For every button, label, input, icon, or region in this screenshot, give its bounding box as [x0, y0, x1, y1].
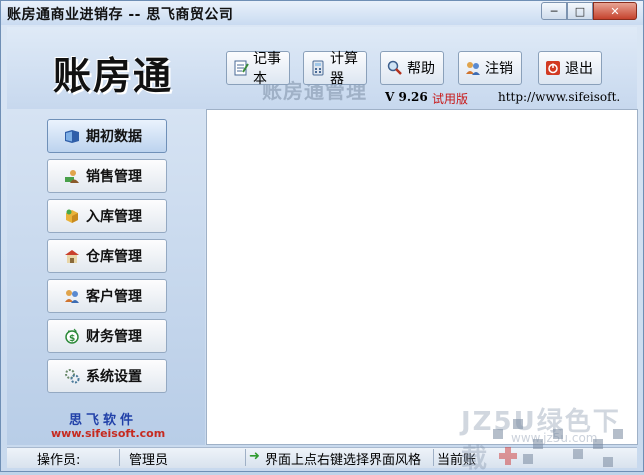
sidebar-item-label: 入库管理 [86, 209, 142, 225]
exit-label: 退出 [565, 61, 593, 77]
notepad-label: 记事本 [253, 51, 281, 87]
app-logo: 账房通 [53, 53, 174, 98]
sales-icon [64, 168, 80, 184]
minimize-button[interactable]: ─ [541, 2, 567, 20]
exit-icon [545, 60, 561, 76]
operator-label: 操作员: [37, 453, 81, 468]
sidebar-item-inbound[interactable]: 入库管理 [47, 199, 167, 233]
book-icon [64, 128, 80, 144]
logout-label: 注销 [485, 61, 513, 77]
sidebar-item-warehouse[interactable]: 仓库管理 [47, 239, 167, 273]
window-controls: ─ □ ✕ [541, 2, 637, 20]
sidebar-item-label: 财务管理 [86, 329, 142, 345]
calculator-icon [310, 60, 326, 76]
brand-name: 思飞软件 [69, 413, 138, 428]
notepad-icon [233, 60, 249, 76]
sidebar-item-settings[interactable]: 系统设置 [47, 359, 167, 393]
website-url: http://www.sifeisoft. [498, 90, 621, 104]
finance-icon: $ [64, 328, 80, 344]
sidebar: 期初数据 销售管理 入库管理 仓库管理 客户管理 $ 财务管理 系统设置 思飞软… [7, 109, 205, 445]
maximize-button[interactable]: □ [567, 2, 593, 20]
header-panel: 账房通 账房通管理 记事本 计算器 帮助 注销 退出 V 9.26 试用版 ht… [7, 27, 637, 109]
customers-icon [64, 288, 80, 304]
sidebar-item-sales[interactable]: 销售管理 [47, 159, 167, 193]
box-icon [64, 208, 80, 224]
sidebar-item-label: 销售管理 [86, 169, 142, 185]
version-label: V 9.26 [385, 90, 428, 104]
sidebar-item-customers[interactable]: 客户管理 [47, 279, 167, 313]
status-hint: 界面上点右键选择界面风格 [265, 453, 422, 468]
calculator-label: 计算器 [330, 51, 358, 87]
status-divider [119, 449, 120, 466]
notepad-button[interactable]: 记事本 [226, 51, 290, 87]
logout-button[interactable]: 注销 [458, 51, 522, 85]
svg-text:$: $ [69, 334, 75, 344]
status-divider [245, 449, 246, 466]
app-window: 账房通商业进销存 -- 思飞商贸公司 ─ □ ✕ 账房通 账房通管理 记事本 计… [0, 0, 644, 474]
help-icon [387, 60, 403, 76]
settings-icon [64, 368, 80, 384]
trial-label: 试用版 [432, 92, 469, 106]
operator-value: 管理员 [129, 453, 169, 468]
status-divider [433, 449, 434, 466]
watermark-url: www.jz5u.com [511, 431, 598, 445]
main-content-area[interactable] [206, 109, 638, 445]
help-button[interactable]: 帮助 [380, 51, 444, 85]
sidebar-item-label: 客户管理 [86, 289, 142, 305]
sidebar-item-label: 系统设置 [86, 369, 142, 385]
calculator-button[interactable]: 计算器 [303, 51, 367, 87]
title-bar[interactable]: 账房通商业进销存 -- 思飞商贸公司 ─ □ ✕ [1, 1, 643, 25]
sidebar-item-opening-data[interactable]: 期初数据 [47, 119, 167, 153]
sidebar-item-label: 仓库管理 [86, 249, 142, 265]
sidebar-item-finance[interactable]: $ 财务管理 [47, 319, 167, 353]
sidebar-item-label: 期初数据 [86, 129, 142, 145]
window-title: 账房通商业进销存 -- 思飞商贸公司 [7, 7, 234, 23]
logout-icon [465, 60, 481, 76]
warehouse-icon [64, 248, 80, 264]
close-button[interactable]: ✕ [593, 2, 637, 20]
brand-url[interactable]: www.sifeisoft.com [51, 427, 165, 440]
help-label: 帮助 [407, 61, 435, 77]
arrow-icon: ➜ [249, 449, 260, 464]
exit-button[interactable]: 退出 [538, 51, 602, 85]
